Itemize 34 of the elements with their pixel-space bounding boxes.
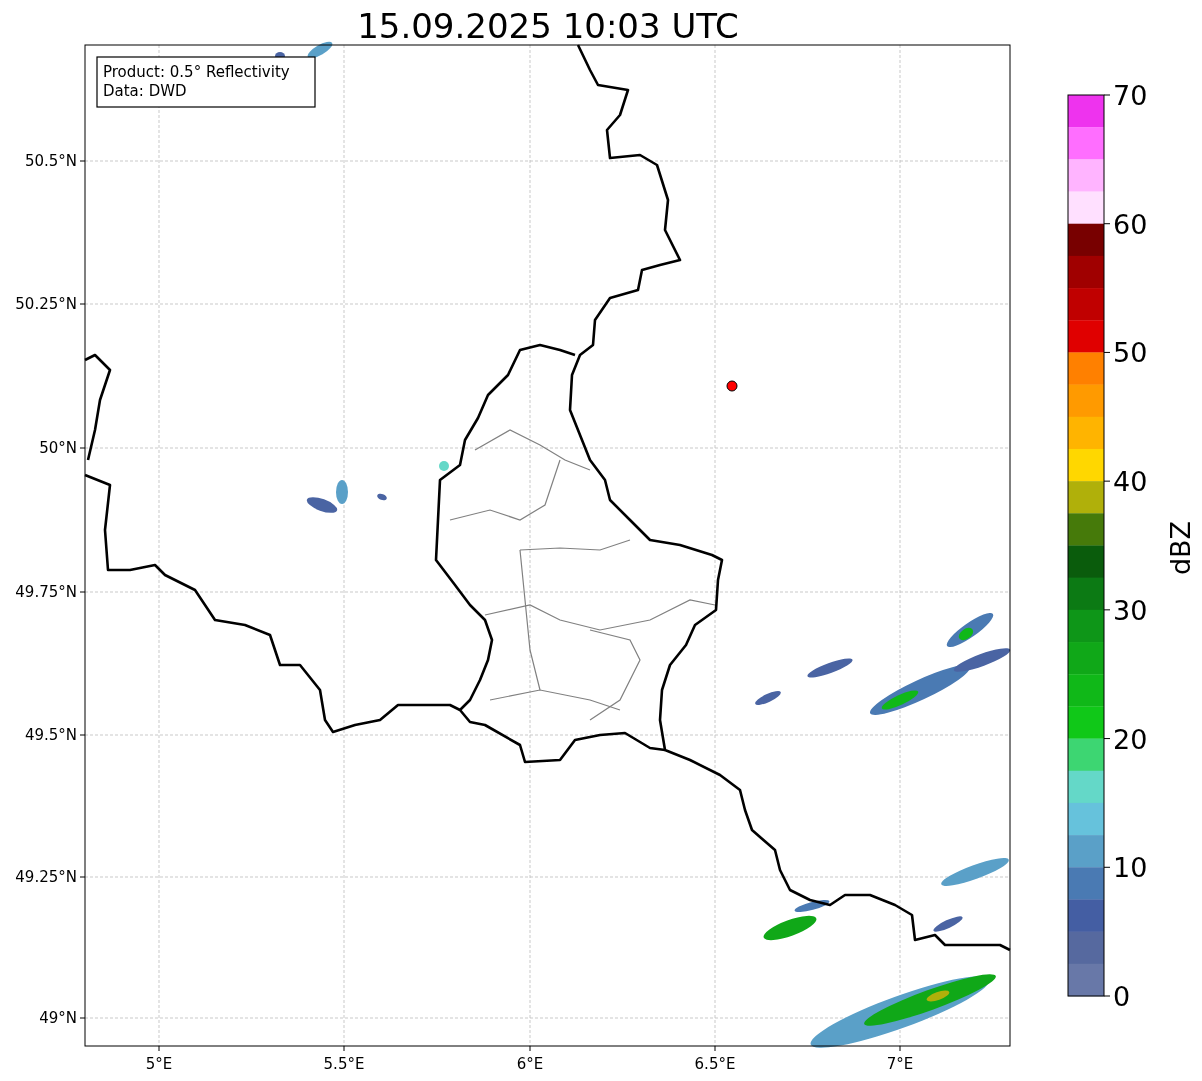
info-text: Data: DWD xyxy=(103,82,187,100)
colorbar-tick-label: 20 xyxy=(1113,723,1148,755)
x-axis-label: 6°E xyxy=(516,1055,544,1073)
colorbar-tick-label: 0 xyxy=(1113,981,1131,1012)
colorbar-tick-label: 50 xyxy=(1113,337,1148,369)
colorbar-tick-label: 60 xyxy=(1113,208,1148,240)
radar-echo xyxy=(941,858,1009,886)
radar-echo xyxy=(377,493,387,501)
radar-echo xyxy=(763,915,817,941)
radar-echo xyxy=(933,916,963,932)
y-axis-label: 49.75°N xyxy=(15,583,77,601)
colorbar-tick-label: 10 xyxy=(1113,852,1148,884)
plot-title: 15.09.2025 10:03 UTC xyxy=(357,6,739,46)
y-axis-label: 50.25°N xyxy=(15,295,77,313)
y-axis-label: 49.25°N xyxy=(15,868,77,886)
info-text: Product: 0.5° Reflectivity xyxy=(103,63,290,81)
x-axis-label: 7°E xyxy=(886,1055,914,1073)
colorbar-label: dBZ xyxy=(1165,520,1196,576)
radar-echo xyxy=(307,41,333,59)
colorbar-tick-label: 70 xyxy=(1113,80,1148,111)
colorbar-tick-label: 30 xyxy=(1113,594,1148,626)
radar-echo xyxy=(794,899,830,913)
x-axis-label: 6.5°E xyxy=(694,1055,736,1073)
radar-echo xyxy=(755,691,781,705)
colorbar-tick-label: 40 xyxy=(1113,466,1148,498)
y-axis-label: 49.5°N xyxy=(24,726,77,744)
y-axis-label: 50.5°N xyxy=(24,152,77,170)
y-axis-label: 49°N xyxy=(39,1009,77,1027)
x-axis-label: 5°E xyxy=(145,1055,173,1073)
radar-echo xyxy=(439,461,449,471)
radar-echo xyxy=(807,658,853,678)
y-axis-label: 50°N xyxy=(39,439,77,457)
x-axis-label: 5.5°E xyxy=(323,1055,365,1073)
radar-site-marker xyxy=(726,380,738,392)
